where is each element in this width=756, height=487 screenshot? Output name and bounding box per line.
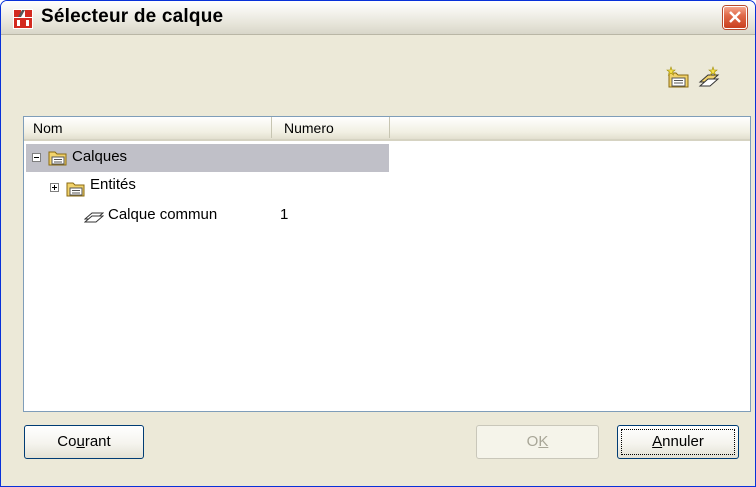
collapse-icon[interactable] [32, 153, 41, 162]
tree-label: Entités [90, 176, 136, 193]
column-header-empty [390, 117, 750, 138]
folder-icon [66, 182, 85, 197]
new-folder-icon [666, 66, 689, 88]
column-header-nom[interactable]: Nom [24, 117, 272, 138]
folder-icon [48, 151, 67, 166]
ok-label-prefix: O [526, 433, 539, 450]
courant-label-suffix: rant [84, 433, 111, 450]
ok-label-accel: K [538, 433, 549, 450]
courant-label-prefix: Co [57, 433, 77, 450]
tree-label: Calque commun [108, 206, 218, 223]
tree-label: Calques [72, 148, 128, 165]
tree-row-calques[interactable]: Calques [26, 144, 389, 172]
ok-button[interactable]: OK [476, 425, 599, 459]
tree-row-calque-commun[interactable]: Calque commun 1 [26, 202, 389, 228]
window-title: Sélecteur de calque [41, 6, 224, 27]
list-header: Nom Numero [24, 117, 750, 141]
close-button[interactable] [723, 6, 747, 29]
courant-button[interactable]: Courant [24, 425, 144, 459]
close-icon [729, 11, 741, 23]
layer-tree-list[interactable]: Nom Numero Calques Entités Calque commun… [23, 116, 751, 412]
new-folder-button[interactable] [666, 66, 692, 90]
tree-row-entites[interactable]: Entités [26, 175, 389, 201]
title-bar[interactable]: Sélecteur de calque [1, 1, 755, 35]
new-layer-icon [698, 66, 720, 87]
layer-icon [84, 212, 104, 223]
column-header-numero[interactable]: Numero [272, 117, 390, 138]
app-icon [13, 9, 33, 29]
annuler-button[interactable]: Annuler [617, 425, 739, 459]
layer-selector-dialog: Sélecteur de calque Nom Numero Calques E… [0, 0, 756, 487]
courant-label-accel: u [76, 433, 85, 450]
focus-ring [621, 429, 735, 455]
expand-icon[interactable] [50, 183, 59, 192]
numero-cell: 1 [280, 206, 289, 223]
new-layer-button[interactable] [696, 66, 722, 90]
toolbar [4, 56, 752, 112]
